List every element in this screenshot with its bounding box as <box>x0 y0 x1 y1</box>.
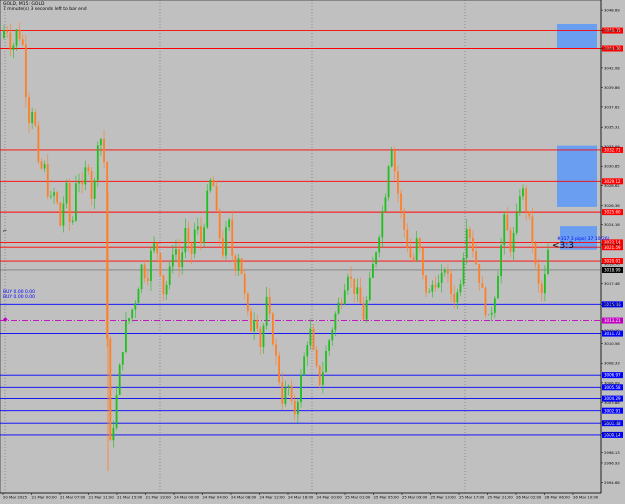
svg-text:3025.60: 3025.60 <box>604 210 621 215</box>
svg-text:3005.58: 3005.58 <box>604 385 621 390</box>
time-tick-label: 21 Mar 15:00 <box>117 495 143 500</box>
time-tick-label: 25 Mar 17:00 <box>459 495 485 500</box>
price-tick-label: 3048.69 <box>604 8 620 13</box>
time-tick-label: 21 Mar 00:00 <box>32 495 58 500</box>
svg-text:3002.91: 3002.91 <box>604 408 621 413</box>
candle-bull <box>137 287 140 304</box>
price-tick-label: 3039.86 <box>604 85 620 90</box>
candle-bear <box>271 311 274 346</box>
time-tick-label: 26 Mar 06:00 <box>545 495 571 500</box>
support-line-tag: 3002.91 <box>602 407 623 414</box>
candle-bull <box>118 363 121 396</box>
price-tick-label: 2994.68 <box>604 480 620 485</box>
time-tick-label: 24 Mar 12:00 <box>260 495 286 500</box>
svg-text:<3:3: <3:3 <box>552 241 574 251</box>
time-tick-label: 25 Mar 13:00 <box>431 495 457 500</box>
mid-label: #317 3 pips( 37 10/26) <box>557 236 610 242</box>
price-tick-label: 2996.93 <box>604 460 620 465</box>
candle-bull <box>300 369 302 408</box>
price-tick-label: 3035.31 <box>604 125 620 130</box>
price-tick-label: 3003.86 <box>604 400 620 405</box>
svg-text:3018.99: 3018.99 <box>604 268 621 273</box>
time-tick-label: 25 Mar 21:00 <box>488 495 514 500</box>
candle-bear <box>159 252 162 278</box>
price-tick-label: 3010.56 <box>604 341 620 346</box>
candle-bear <box>422 247 424 280</box>
time-tick-label: 25 Mar 01:00 <box>345 495 371 500</box>
candle-bear <box>484 285 487 318</box>
candle-bull <box>365 296 368 323</box>
candle-bull <box>140 263 143 294</box>
time-tick-label: 25 Mar 05:00 <box>374 495 400 500</box>
candle-bear <box>59 201 62 227</box>
candle-bull <box>96 141 99 187</box>
price-tick-label: 3033.09 <box>604 144 620 149</box>
price-tick-label: 3019.70 <box>604 261 620 266</box>
price-tick-label: 3037.62 <box>604 104 620 109</box>
price-tick-label: 3008.33 <box>604 361 620 366</box>
alert-label: <3:3 <box>552 241 574 251</box>
bar-countdown: 7 minute(s) 3 seconds left to bar end <box>3 7 87 12</box>
candle-bear <box>534 240 537 269</box>
price-tick-label: 3014.97 <box>604 303 620 308</box>
candle-bull <box>387 164 390 201</box>
price-tick-label: 3006.09 <box>604 380 620 385</box>
chart-window[interactable]: 3046.35 3044.30 3032.71 3029.12 3025.60 3022.… <box>0 0 625 500</box>
resistance-line-tag: 3025.60 <box>602 209 623 216</box>
support-line-tag: 3006.97 <box>602 372 623 379</box>
price-tick-label: 3028.62 <box>604 183 620 188</box>
price-tick-label: 3046.35 <box>604 28 620 33</box>
price-tick-label: 3021.94 <box>604 242 620 247</box>
svg-text:3006.97: 3006.97 <box>604 373 621 378</box>
pivot-line-tag: 3013.21 <box>602 317 623 324</box>
time-tick-label: 21 Mar 19:00 <box>146 495 172 500</box>
price-tick-label: 3024.16 <box>604 222 620 227</box>
price-tick-label: 3026.38 <box>604 203 620 208</box>
zone-box <box>557 24 597 49</box>
time-tick-label: 20 Mar 2025 <box>3 495 28 500</box>
time-tick-label: 26 Mar 10:00 <box>573 495 599 500</box>
left-label-2: BUY 0.00 0.00 <box>3 295 36 300</box>
candle-bear <box>37 120 40 165</box>
time-tick-label: 24 Mar 20:00 <box>317 495 343 500</box>
time-tick-label: 24 Mar 08:00 <box>231 495 257 500</box>
current-price-tag: 3018.99 <box>602 266 623 273</box>
time-tick-label: 24 Mar 00:00 <box>174 495 200 500</box>
time-tick-label: 21 Mar 11:00 <box>89 495 115 500</box>
price-tick-label: 3044.30 <box>604 46 620 51</box>
time-tick-label: 24 Mar 04:00 <box>203 495 229 500</box>
price-chart[interactable]: 3046.353044.303032.713029.123025.603022.… <box>0 0 625 500</box>
zone-box <box>557 145 597 207</box>
time-tick-label: 26 Mar 02:00 <box>516 495 542 500</box>
price-tick-label: 3000.28 <box>604 431 620 436</box>
candle-bear <box>278 351 281 386</box>
crosshair-mark-icon: ⌐ <box>3 228 7 235</box>
price-tick-label: 2998.13 <box>604 450 620 455</box>
price-tick-label: 3017.46 <box>604 281 620 286</box>
price-tick-label: 3012.10 <box>604 328 620 333</box>
svg-text:3013.21: 3013.21 <box>604 318 621 323</box>
candle-bear <box>109 335 112 441</box>
candle-bull <box>209 178 212 193</box>
pivot-marker-icon: ◆ <box>3 316 8 323</box>
candle-bear <box>24 34 27 108</box>
time-tick-label: 25 Mar 09:00 <box>402 495 428 500</box>
time-tick-label: 21 Mar 07:00 <box>60 495 86 500</box>
time-axis: 20 Mar 2025 21 Mar 00:00 21 Mar 07:00 21 Ma… <box>0 492 601 500</box>
time-tick-label: 24 Mar 16:00 <box>288 495 314 500</box>
candle-bear <box>240 257 243 275</box>
price-tick-label: 3001.62 <box>604 419 620 424</box>
price-axis: 3048.69 3046.35 3044.30 3042.08 3039.86 3037.… <box>600 0 620 493</box>
price-tick-label: 3030.85 <box>604 164 620 169</box>
price-tick-label: 3042.08 <box>604 65 620 70</box>
